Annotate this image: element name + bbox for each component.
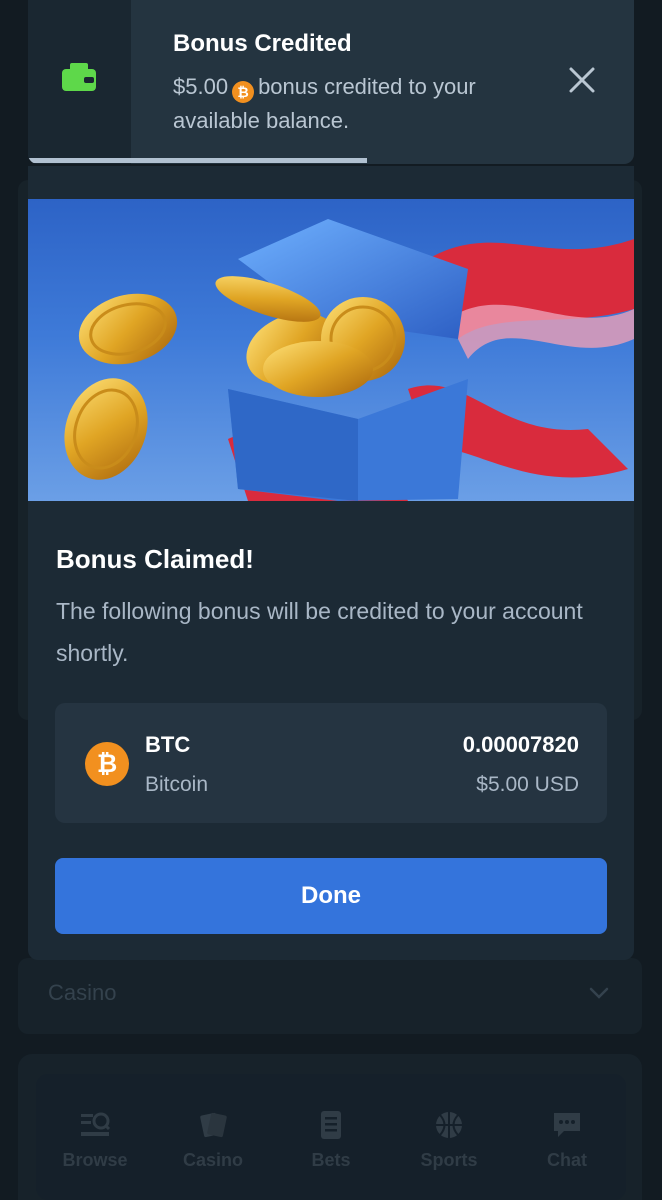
toast-title: Bonus Credited bbox=[173, 30, 352, 57]
toast-progress-fill bbox=[28, 158, 368, 163]
browse-icon bbox=[81, 1112, 111, 1136]
nav-bets-label: Bets bbox=[311, 1150, 351, 1170]
casino-section-row[interactable]: Casino bbox=[18, 958, 642, 1034]
wallet-icon bbox=[62, 63, 96, 91]
nav-casino[interactable]: Casino bbox=[158, 1074, 268, 1171]
toast-close-button[interactable] bbox=[564, 62, 600, 98]
nav-browse[interactable]: Browse bbox=[40, 1074, 150, 1171]
bonus-hero-image bbox=[28, 199, 634, 501]
asset-code: BTC bbox=[145, 732, 191, 757]
bitcoin-icon: ₿ bbox=[85, 742, 129, 786]
cards-icon bbox=[200, 1112, 227, 1138]
asset-usd-value: $5.00 USD bbox=[476, 773, 579, 796]
asset-amount: 0.00007820 bbox=[462, 732, 579, 757]
asset-name: Bitcoin bbox=[145, 773, 209, 796]
betslip-icon bbox=[321, 1111, 341, 1139]
nav-chat[interactable]: Chat bbox=[512, 1074, 622, 1171]
bitcoin-icon: ₿ bbox=[232, 81, 255, 103]
toast-progress-track bbox=[28, 158, 634, 163]
modal-description: The following bonus will be credited to … bbox=[56, 598, 583, 666]
basketball-icon bbox=[436, 1112, 462, 1138]
bonus-asset-card: ₿ BTC Bitcoin 0.00007820 $5.00 USD bbox=[55, 703, 607, 823]
gift-box-coins-illustration bbox=[64, 219, 634, 501]
nav-casino-label: Casino bbox=[182, 1150, 243, 1170]
bonus-modal: Bonus Claimed! The following bonus will … bbox=[28, 166, 634, 960]
modal-title: Bonus Claimed! bbox=[56, 544, 254, 574]
nav-bets[interactable]: Bets bbox=[276, 1074, 386, 1171]
nav-sports-label: Sports bbox=[420, 1150, 478, 1170]
nav-chat-label: Chat bbox=[547, 1150, 587, 1170]
chat-icon bbox=[554, 1113, 580, 1137]
toast-amount: $5.00 bbox=[173, 74, 229, 99]
nav-sports[interactable]: Sports bbox=[394, 1074, 504, 1171]
toast-icon-column bbox=[28, 0, 131, 164]
casino-section-label: Casino bbox=[48, 980, 117, 1005]
done-button[interactable]: Done bbox=[55, 858, 607, 934]
bonus-credited-toast: Bonus Credited $5.00 ₿ bonus credited to y… bbox=[28, 0, 634, 164]
toast-message: $5.00 ₿ bonus credited to your available b… bbox=[173, 70, 503, 138]
close-icon bbox=[569, 67, 595, 93]
bottom-nav: Browse Casino Bets Sports Chat bbox=[36, 1074, 626, 1200]
nav-browse-label: Browse bbox=[62, 1150, 128, 1170]
chevron-down-icon bbox=[589, 987, 609, 999]
